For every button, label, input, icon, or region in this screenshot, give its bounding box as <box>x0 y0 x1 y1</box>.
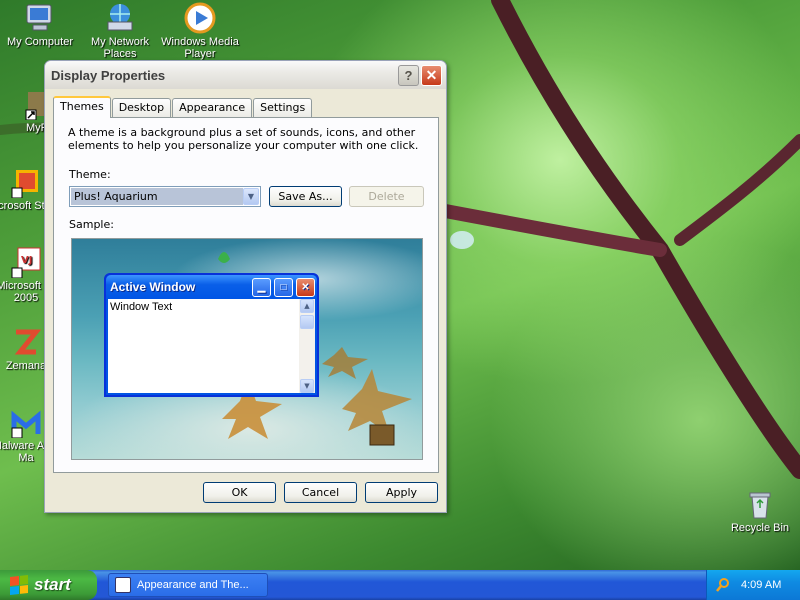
sample-window-titlebar: Active Window ▁ □ ✕ <box>106 275 317 299</box>
taskbar: start Appearance and The... 4:09 AM <box>0 570 800 600</box>
tab-strip: Themes Desktop Appearance Settings <box>53 96 313 118</box>
cancel-button[interactable]: Cancel <box>284 482 357 503</box>
theme-sample-preview: Active Window ▁ □ ✕ Window Text ▲ ▼ <box>71 238 423 460</box>
windows-media-player-shortcut[interactable]: Windows Media Player <box>160 2 240 60</box>
start-label: start <box>34 575 71 594</box>
theme-label: Theme: <box>69 168 111 181</box>
chevron-down-icon[interactable]: ▼ <box>243 188 259 205</box>
desktop-icon-label: Windows Media Player <box>161 36 239 60</box>
desktop-icon-label: My Computer <box>6 36 74 48</box>
system-tray: 4:09 AM <box>706 570 800 600</box>
scroll-up-icon: ▲ <box>300 299 314 313</box>
tab-desktop[interactable]: Desktop <box>111 98 172 117</box>
sample-scrollbar: ▲ ▼ <box>299 299 315 393</box>
network-places-icon <box>104 2 136 34</box>
taskbar-button-appearance[interactable]: Appearance and The... <box>108 573 268 597</box>
vjs-icon: VJ <box>10 246 42 279</box>
sample-window-title: Active Window <box>110 280 196 294</box>
title-bar[interactable]: Display Properties ? ✕ <box>45 61 446 89</box>
tab-appearance[interactable]: Appearance <box>172 98 253 117</box>
malwarebytes-icon <box>10 406 42 439</box>
recycle-bin-icon <box>744 488 776 520</box>
apply-button[interactable]: Apply <box>365 482 438 503</box>
maximize-icon: □ <box>274 278 293 297</box>
minimize-icon: ▁ <box>252 278 271 297</box>
sample-window-text: Window Text <box>110 301 173 313</box>
desktop-icon-label: Recycle Bin <box>730 522 790 534</box>
tab-settings[interactable]: Settings <box>253 98 313 117</box>
help-button[interactable]: ? <box>398 65 419 86</box>
zemana-icon <box>10 326 42 358</box>
close-icon: ✕ <box>425 67 438 83</box>
theme-dropdown[interactable]: Plus! Aquarium ▼ <box>69 186 261 207</box>
taskbar-button-label: Appearance and The... <box>137 579 249 591</box>
help-icon: ? <box>404 68 413 83</box>
theme-selected-value: Plus! Aquarium <box>71 188 243 205</box>
windows-logo-icon <box>10 575 28 595</box>
my-network-places-shortcut[interactable]: My Network Places <box>80 2 160 60</box>
my-computer-shortcut[interactable]: My Computer <box>0 2 80 48</box>
studio-icon <box>10 166 42 199</box>
ok-button[interactable]: OK <box>203 482 276 503</box>
themes-panel: A theme is a background plus a set of so… <box>53 117 439 473</box>
media-player-icon <box>184 2 216 34</box>
display-properties-window: Display Properties ? ✕ Themes Desktop Ap… <box>44 60 447 513</box>
tab-themes[interactable]: Themes <box>53 96 111 118</box>
delete-button[interactable]: Delete <box>349 186 424 207</box>
theme-description: A theme is a background plus a set of so… <box>68 126 419 152</box>
close-button[interactable]: ✕ <box>421 65 442 86</box>
window-title: Display Properties <box>51 67 166 83</box>
my-computer-icon <box>24 2 56 34</box>
sample-active-window: Active Window ▁ □ ✕ Window Text ▲ ▼ <box>104 273 319 397</box>
desktop-icon-label: My Network Places <box>90 36 150 60</box>
display-properties-icon <box>115 577 131 593</box>
scroll-thumb <box>300 315 314 329</box>
svg-text:VJ: VJ <box>21 255 32 266</box>
recycle-bin-shortcut[interactable]: Recycle Bin <box>720 488 800 534</box>
search-icon[interactable] <box>715 577 731 593</box>
scroll-down-icon: ▼ <box>300 379 314 393</box>
desktop: My Computer My Network Places Windows Me… <box>0 0 800 570</box>
start-button[interactable]: start <box>0 570 97 600</box>
sample-window-body: Window Text ▲ ▼ <box>108 299 315 393</box>
close-icon: ✕ <box>296 278 315 297</box>
sample-label: Sample: <box>69 218 114 231</box>
clock[interactable]: 4:09 AM <box>741 579 781 591</box>
save-as-button[interactable]: Save As... <box>269 186 342 207</box>
